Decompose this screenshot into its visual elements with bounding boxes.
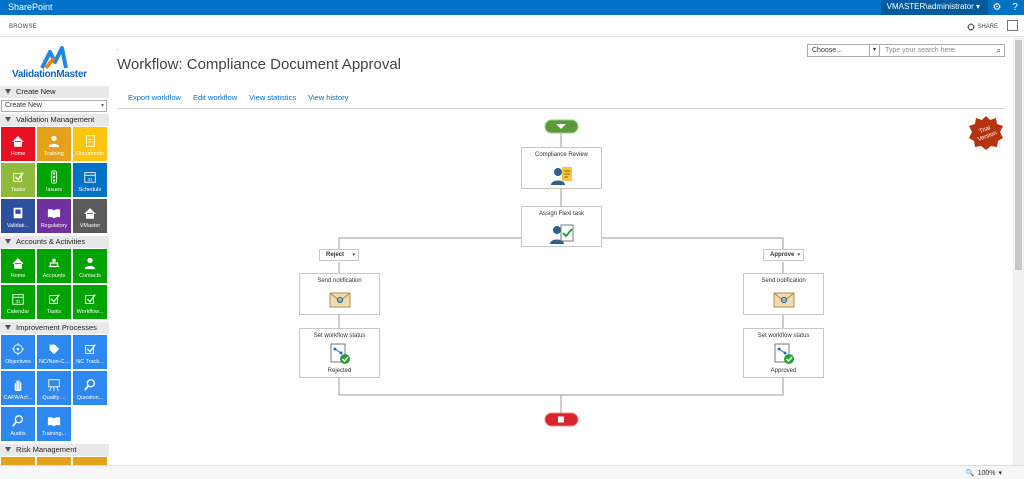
zoom-level: 100% [977,469,996,477]
magnifier-icon: 🔍 [965,470,975,477]
set-status-title-right: Set workflow status [757,333,810,339]
step-send-notification-approve[interactable]: Send notification [743,273,824,315]
reject-label: Reject [326,252,345,258]
reject-branch-dropdown[interactable]: Reject ▾ [319,249,359,261]
chevron-down-icon: ▾ [352,252,355,258]
status-bar: 🔍 100% ▾ [0,465,1024,479]
envelope-icon [329,292,350,308]
step-send-notification-reject[interactable]: Send notification [299,273,380,315]
approve-label: Approve [770,252,795,258]
workflow-status-icon [774,343,794,364]
review-user-icon [550,167,572,185]
status-approved-label: Approved [770,368,797,374]
zoom-control[interactable]: 🔍 100% ▾ [965,469,1002,478]
step-set-status-rejected[interactable]: Set workflow status Rejected [299,328,380,378]
workflow-status-icon [330,343,350,364]
assign-task-icon [549,224,573,244]
step-assign-flexi-title: Assign Flexi task [538,211,584,217]
step-compliance-review[interactable]: Compliance Review [521,147,602,189]
step-assign-flexi-task[interactable]: Assign Flexi task [521,206,602,247]
step-set-status-approved[interactable]: Set workflow status Approved [743,328,824,378]
send-notification-title-right: Send notification [761,278,806,284]
set-status-title-left: Set workflow status [313,333,366,339]
vertical-scrollbar[interactable] [1013,38,1024,465]
scrollbar-thumb[interactable] [1015,40,1022,270]
chevron-down-icon: ▾ [998,470,1002,477]
workflow-connectors [338,119,784,427]
envelope-icon [773,292,794,308]
send-notification-title-left: Send notification [317,278,362,284]
approve-branch-dropdown[interactable]: Approve ▾ [763,249,804,261]
step-compliance-review-title: Compliance Review [534,152,589,158]
status-rejected-label: Rejected [327,368,352,374]
chevron-down-icon: ▾ [797,252,800,258]
